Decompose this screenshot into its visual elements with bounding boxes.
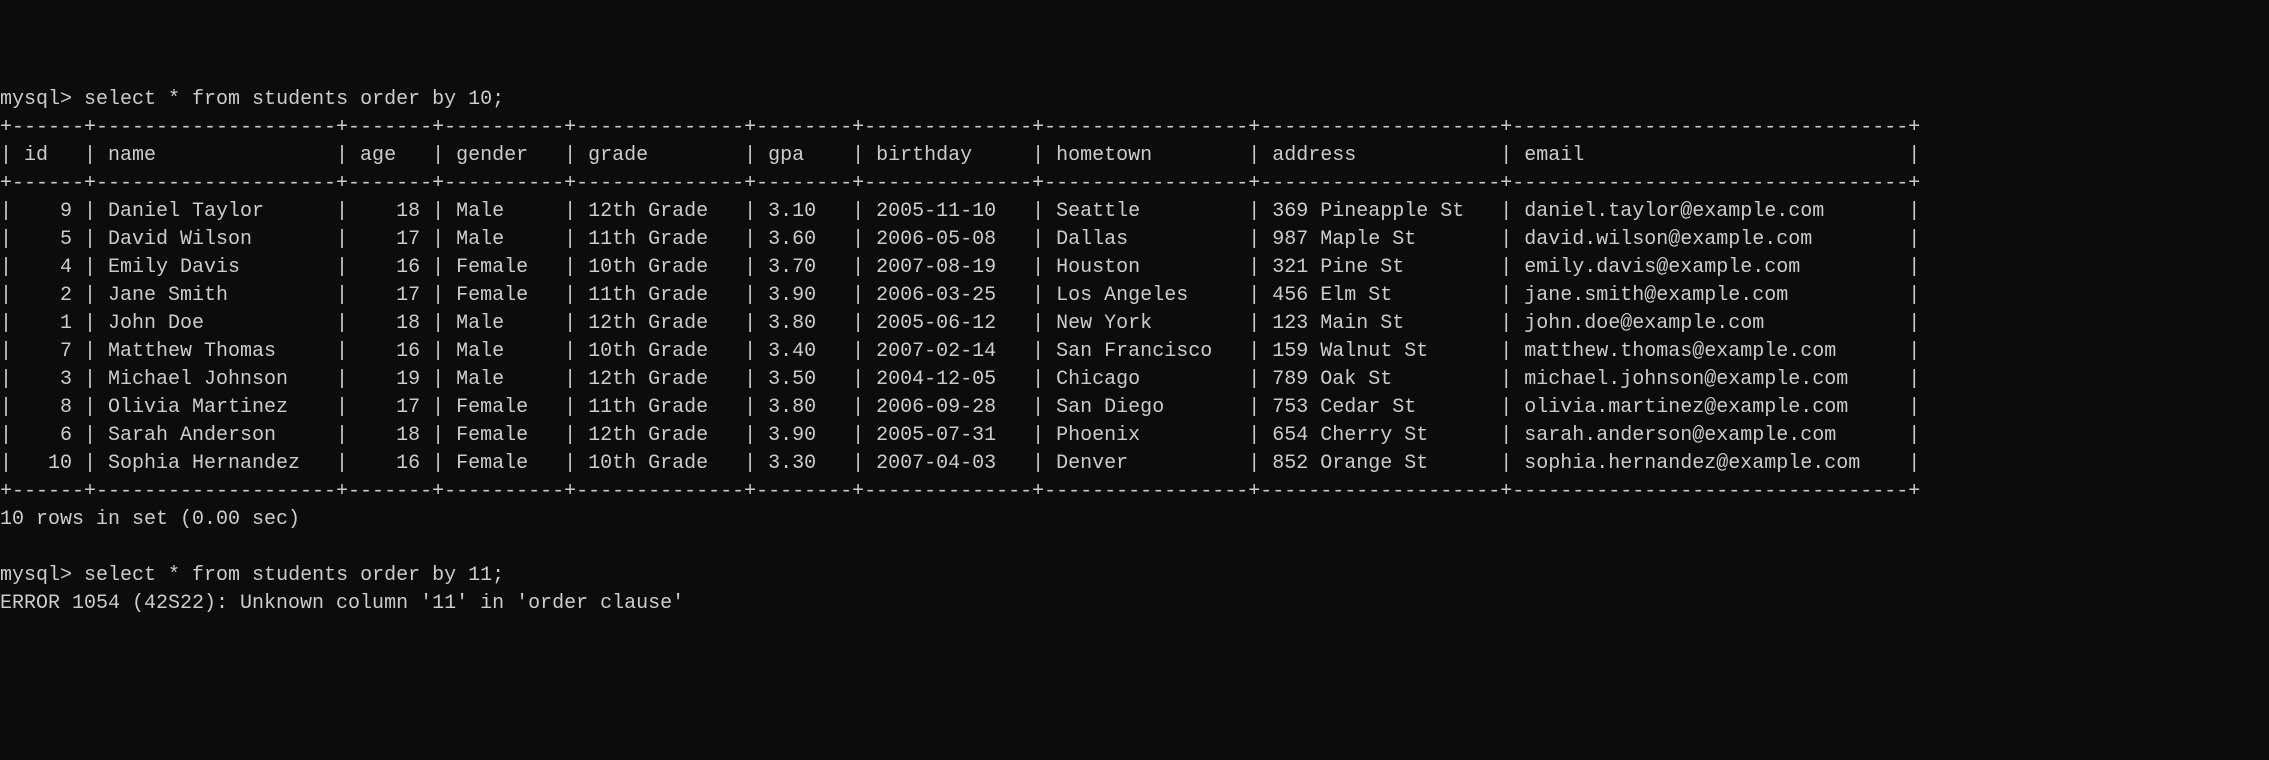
table-border-top: +------+--------------------+-------+---…	[0, 116, 1920, 139]
table-border-mid: +------+--------------------+-------+---…	[0, 172, 1920, 195]
result-summary: 10 rows in set (0.00 sec)	[0, 508, 300, 531]
query-text-2: select * from students order by 11;	[84, 564, 504, 587]
table-body: | 9 | Daniel Taylor | 18 | Male | 12th G…	[0, 198, 2269, 478]
table-border-bottom: +------+--------------------+-------+---…	[0, 480, 1920, 503]
query-text-1: select * from students order by 10;	[84, 88, 504, 111]
table-header-row: | id | name | age | gender | grade | gpa…	[0, 144, 1920, 167]
prompt-line-1[interactable]: mysql> select * from students order by 1…	[0, 88, 504, 111]
mysql-prompt-2: mysql>	[0, 564, 72, 587]
prompt-line-2[interactable]: mysql> select * from students order by 1…	[0, 564, 504, 587]
terminal-output: mysql> select * from students order by 1…	[0, 86, 2269, 618]
mysql-prompt: mysql>	[0, 88, 72, 111]
error-message: ERROR 1054 (42S22): Unknown column '11' …	[0, 592, 684, 615]
